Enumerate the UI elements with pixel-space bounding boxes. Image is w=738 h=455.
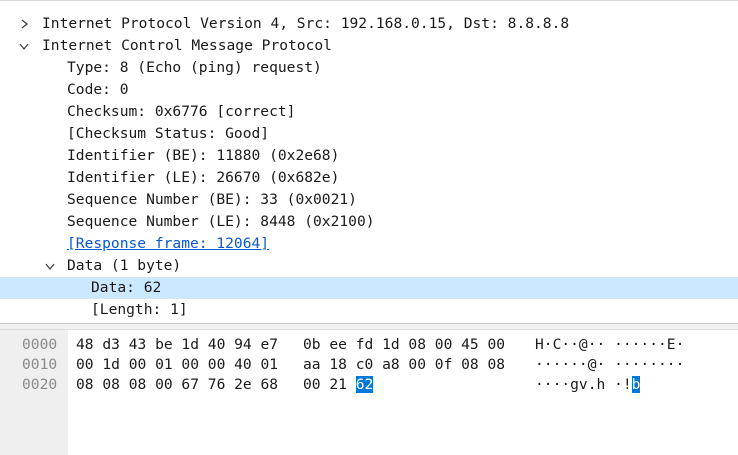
tree-row-label: Type: 8 (Echo (ping) request) [67, 59, 322, 76]
hex-offset: 0020 [22, 376, 58, 393]
hex-bytes-group-b[interactable]: 0b ee fd 1d 08 00 45 00 [303, 335, 505, 355]
hex-ascii[interactable]: ······@· ········ [535, 355, 684, 375]
hex-bytes-group-a[interactable]: 08 08 08 00 67 76 2e 68 [76, 375, 278, 395]
hex-ascii[interactable]: H·C··@·· ······E· [535, 335, 684, 355]
hex-bytes-plain: 00 21 [303, 376, 356, 393]
tree-row-label: Identifier (LE): 26670 (0x682e) [67, 169, 340, 186]
hex-bytes-group-b[interactable]: aa 18 c0 a8 00 0f 08 08 [303, 355, 505, 375]
tree-row-identifier-le[interactable]: Identifier (LE): 26670 (0x682e) [0, 167, 738, 189]
pane-splitter[interactable] [0, 323, 738, 330]
tree-row-ipv4[interactable]: Internet Protocol Version 4, Src: 192.16… [0, 13, 738, 35]
tree-row-length[interactable]: [Length: 1] [0, 299, 738, 321]
tree-row-label: [Checksum Status: Good] [67, 125, 270, 142]
tree-row-sequence-le[interactable]: Sequence Number (LE): 8448 (0x2100) [0, 211, 738, 233]
tree-row-label: Checksum: 0x6776 [correct] [67, 103, 296, 120]
hex-row[interactable]: 0020 08 08 08 00 67 76 2e 68 00 21 62 ··… [0, 375, 738, 395]
tree-row-label: [Length: 1] [91, 301, 188, 318]
packet-details-tree: Internet Protocol Version 4, Src: 192.16… [0, 0, 738, 324]
tree-row-code[interactable]: Code: 0 [0, 79, 738, 101]
tree-row-identifier-be[interactable]: Identifier (BE): 11880 (0x2e68) [0, 145, 738, 167]
packet-viewer: Internet Protocol Version 4, Src: 192.16… [0, 0, 738, 455]
tree-row-sequence-be[interactable]: Sequence Number (BE): 33 (0x0021) [0, 189, 738, 211]
hex-bytes-group-b[interactable]: 00 21 62 [303, 375, 374, 395]
hex-bytes-group-a[interactable]: 48 d3 43 be 1d 40 94 e7 [76, 335, 278, 355]
tree-row-label: Internet Control Message Protocol [42, 37, 332, 54]
tree-row-data[interactable]: Data (1 byte) [0, 255, 738, 277]
tree-row-response-frame[interactable]: [Response frame: 12064] [0, 233, 738, 255]
tree-row-data-value[interactable]: Data: 62 [0, 277, 738, 299]
tree-row-label: Sequence Number (LE): 8448 (0x2100) [67, 213, 375, 230]
hex-offset: 0000 [22, 336, 58, 353]
tree-row-checksum-status[interactable]: [Checksum Status: Good] [0, 123, 738, 145]
ascii-char-highlighted[interactable]: b [631, 376, 641, 393]
tree-row-checksum[interactable]: Checksum: 0x6776 [correct] [0, 101, 738, 123]
hex-byte-highlighted[interactable]: 62 [355, 376, 374, 393]
tree-row-type[interactable]: Type: 8 (Echo (ping) request) [0, 57, 738, 79]
tree-row-label: Internet Protocol Version 4, Src: 192.16… [42, 15, 570, 32]
tree-row-label: Data: 62 [91, 279, 162, 296]
tree-row-label: Identifier (BE): 11880 (0x2e68) [67, 147, 340, 164]
hex-row[interactable]: 0000 48 d3 43 be 1d 40 94 e7 0b ee fd 1d… [0, 335, 738, 355]
packet-bytes-pane: 0000 48 d3 43 be 1d 40 94 e7 0b ee fd 1d… [0, 330, 738, 455]
hex-offset: 0010 [22, 356, 58, 373]
hex-ascii[interactable]: ····gv.h ·!b [535, 375, 641, 395]
tree-row-icmp[interactable]: Internet Control Message Protocol [0, 35, 738, 57]
tree-row-label: Code: 0 [67, 81, 129, 98]
ascii-plain: ····gv.h ·! [535, 376, 632, 393]
response-frame-link[interactable]: [Response frame: 12064] [67, 233, 269, 255]
chevron-down-icon[interactable] [17, 35, 31, 57]
hex-row[interactable]: 0010 00 1d 00 01 00 00 40 01 aa 18 c0 a8… [0, 355, 738, 375]
chevron-down-icon[interactable] [43, 255, 57, 277]
chevron-right-icon[interactable] [17, 13, 31, 35]
hex-bytes-group-a[interactable]: 00 1d 00 01 00 00 40 01 [76, 355, 278, 375]
tree-row-label: Sequence Number (BE): 33 (0x0021) [67, 191, 357, 208]
tree-row-label: Data (1 byte) [67, 257, 182, 274]
